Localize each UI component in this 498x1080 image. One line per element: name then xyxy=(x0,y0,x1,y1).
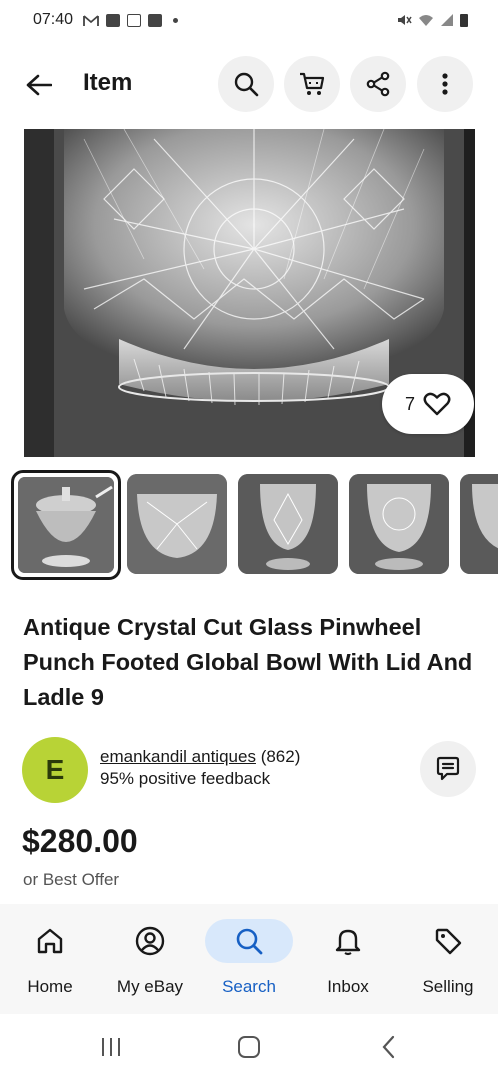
home-circle-icon xyxy=(238,1036,260,1058)
status-time: 07:40 xyxy=(33,11,74,28)
top-app-bar: Item xyxy=(0,56,498,112)
watch-button[interactable]: 7 xyxy=(382,374,474,434)
thumbnail-cup-image xyxy=(460,474,498,574)
cart-button[interactable] xyxy=(284,56,340,112)
back-system-button[interactable] xyxy=(378,1034,400,1060)
share-icon xyxy=(366,71,390,97)
nav-inbox-icon-wrap xyxy=(304,919,392,963)
thumbnail-cup-image xyxy=(238,474,338,574)
seller-feedback-count: (862) xyxy=(260,747,301,766)
system-navigation-bar xyxy=(0,1014,498,1080)
bell-icon xyxy=(335,929,361,956)
search-icon xyxy=(236,928,263,955)
signal-icon xyxy=(441,14,453,26)
notification-icons xyxy=(83,13,179,27)
bottom-navigation: Home My eBay Search Inbox Selling xyxy=(0,904,498,1014)
more-notifications-icon xyxy=(173,17,179,23)
nav-my-ebay[interactable]: My eBay xyxy=(100,904,200,1014)
share-button[interactable] xyxy=(350,56,406,112)
heart-icon xyxy=(423,392,451,416)
recent-apps-icon xyxy=(102,1038,120,1056)
clipboard-icon xyxy=(127,13,142,27)
seller-info: emankandil antiques (862) xyxy=(100,747,300,767)
nav-selling[interactable]: Selling xyxy=(398,904,498,1014)
thumbnail-5[interactable] xyxy=(460,474,498,574)
thumbnail-4[interactable] xyxy=(349,474,449,574)
item-main-image[interactable]: 7 xyxy=(24,129,475,457)
recent-apps-button[interactable] xyxy=(98,1034,124,1060)
back-button[interactable] xyxy=(22,68,56,102)
nav-inbox-label: Inbox xyxy=(327,977,369,996)
thumbnail-3[interactable] xyxy=(238,474,338,574)
seller-name-link[interactable]: emankandil antiques xyxy=(100,747,256,766)
nav-search[interactable]: Search xyxy=(199,904,299,1014)
more-vertical-icon xyxy=(442,73,448,95)
thumbnail-bowl-with-lid-image xyxy=(18,477,114,573)
contact-seller-button[interactable] xyxy=(420,741,476,797)
help-icon xyxy=(148,13,163,27)
item-title: Antique Crystal Cut Glass Pinwheel Punch… xyxy=(23,614,473,710)
watch-count: 7 xyxy=(404,393,415,414)
item-price: $280.00 xyxy=(22,823,138,859)
nav-search-label: Search xyxy=(222,977,276,996)
mute-icon xyxy=(398,15,412,25)
nav-inbox[interactable]: Inbox xyxy=(298,904,398,1014)
item-page: 07:40 Item 7 Antique Crystal Cut Glass P… xyxy=(0,0,498,1080)
nav-home-label: Home xyxy=(27,977,73,996)
more-options-button[interactable] xyxy=(417,56,473,112)
system-icons xyxy=(396,13,468,27)
arrow-left-icon xyxy=(26,74,52,96)
nav-my-ebay-label: My eBay xyxy=(116,977,184,996)
photo-icon xyxy=(106,13,121,27)
thumbnail-1[interactable] xyxy=(11,470,121,580)
thumbnail-bowl-image xyxy=(127,474,227,574)
battery-icon xyxy=(460,13,468,27)
home-system-button[interactable] xyxy=(236,1034,262,1060)
page-title: Item xyxy=(83,69,133,96)
tag-icon xyxy=(435,928,462,955)
gmail-icon xyxy=(83,14,99,26)
cart-icon xyxy=(300,72,325,95)
user-icon xyxy=(135,926,165,956)
seller-avatar[interactable]: E xyxy=(22,737,88,803)
nav-home[interactable]: Home xyxy=(0,904,100,1014)
home-icon xyxy=(37,928,63,954)
search-button[interactable] xyxy=(218,56,274,112)
message-icon xyxy=(436,756,460,781)
nav-selling-icon-wrap xyxy=(404,919,492,963)
image-thumbnails xyxy=(11,470,498,580)
nav-home-icon-wrap xyxy=(6,919,94,963)
thumbnail-cup-side-image xyxy=(349,474,449,574)
best-offer-label: or Best Offer xyxy=(23,870,120,889)
thumbnail-2[interactable] xyxy=(127,474,227,574)
search-icon xyxy=(234,72,259,97)
wifi-icon xyxy=(419,15,433,26)
chevron-left-icon xyxy=(382,1035,395,1059)
nav-my-ebay-icon-wrap xyxy=(106,919,194,963)
nav-search-icon-wrap xyxy=(205,919,293,963)
seller-feedback-score: 95% positive feedback xyxy=(100,769,271,788)
nav-selling-label: Selling xyxy=(422,977,474,996)
status-bar: 07:40 xyxy=(0,0,498,40)
